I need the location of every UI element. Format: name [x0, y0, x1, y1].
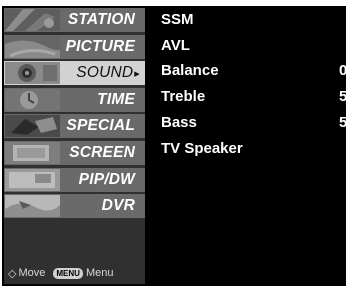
menu-item-label: PIP/DW — [78, 170, 135, 188]
pipdw-thumbnail-icon — [5, 168, 60, 191]
menu-item-label: SOUND▸ — [76, 61, 140, 85]
menu-item-pipdw[interactable]: PIP/DW — [4, 167, 145, 192]
station-thumbnail-icon — [5, 9, 60, 31]
main-menu-panel: STATION PICTURE SOUND▸ TIME SPECIAL SCRE… — [4, 8, 145, 284]
footer-hint: ◇ Move MENU Menu — [8, 266, 113, 280]
sound-option-tv-speaker[interactable]: TV Speaker — [161, 139, 243, 159]
menu-item-label: SPECIAL — [66, 117, 135, 135]
selected-arrow-icon: ▸ — [134, 68, 140, 81]
menu-item-sound[interactable]: SOUND▸ — [4, 61, 145, 86]
move-hint-label: Move — [18, 267, 46, 279]
option-label: TV Speaker — [161, 140, 243, 157]
menu-item-picture[interactable]: PICTURE — [4, 34, 145, 59]
menu-item-screen[interactable]: SCREEN — [4, 140, 145, 165]
move-arrows-icon: ◇ — [8, 267, 17, 280]
menu-item-special[interactable]: SPECIAL — [4, 114, 145, 139]
sound-thumbnail-icon — [5, 62, 60, 85]
option-value: 50 — [339, 114, 346, 131]
option-value: 50 — [339, 88, 346, 105]
menu-item-time[interactable]: TIME — [4, 87, 145, 112]
screen-thumbnail-icon — [5, 141, 60, 164]
sound-option-ssm[interactable]: SSM — [161, 10, 194, 30]
menu-key-icon: MENU — [53, 267, 83, 279]
option-label: Treble — [161, 88, 206, 105]
sound-option-avl[interactable]: AVL — [161, 36, 190, 56]
menu-item-label: SCREEN — [69, 143, 135, 161]
dvr-thumbnail-icon — [5, 195, 60, 218]
menu-hint-label: Menu — [85, 267, 114, 279]
option-label: Balance — [161, 62, 219, 79]
option-label: Bass — [161, 114, 197, 131]
menu-item-label: PICTURE — [65, 37, 135, 55]
menu-item-dvr[interactable]: DVR — [4, 194, 145, 219]
menu-item-station[interactable]: STATION — [4, 8, 145, 32]
picture-thumbnail-icon — [5, 35, 60, 58]
menu-item-label-text: SOUND — [76, 64, 134, 82]
sound-option-balance[interactable]: Balance 0 — [161, 61, 346, 81]
menu-item-label: STATION — [67, 11, 135, 28]
option-label: SSM — [161, 11, 194, 28]
option-label: AVL — [161, 37, 190, 54]
special-thumbnail-icon — [5, 115, 60, 138]
sound-submenu-panel: SSM AVL Balance 0 Treble 50 Bass 50 TV S… — [149, 6, 346, 286]
main-menu-list: STATION PICTURE SOUND▸ TIME SPECIAL SCRE… — [4, 8, 145, 221]
sound-option-bass[interactable]: Bass 50 — [161, 113, 346, 133]
menu-item-label: TIME — [97, 90, 135, 108]
tv-osd-screen: STATION PICTURE SOUND▸ TIME SPECIAL SCRE… — [2, 6, 346, 286]
option-value: 0 — [339, 62, 346, 79]
menu-item-label: DVR — [101, 197, 135, 215]
time-thumbnail-icon — [5, 88, 60, 111]
sound-option-treble[interactable]: Treble 50 — [161, 87, 346, 107]
